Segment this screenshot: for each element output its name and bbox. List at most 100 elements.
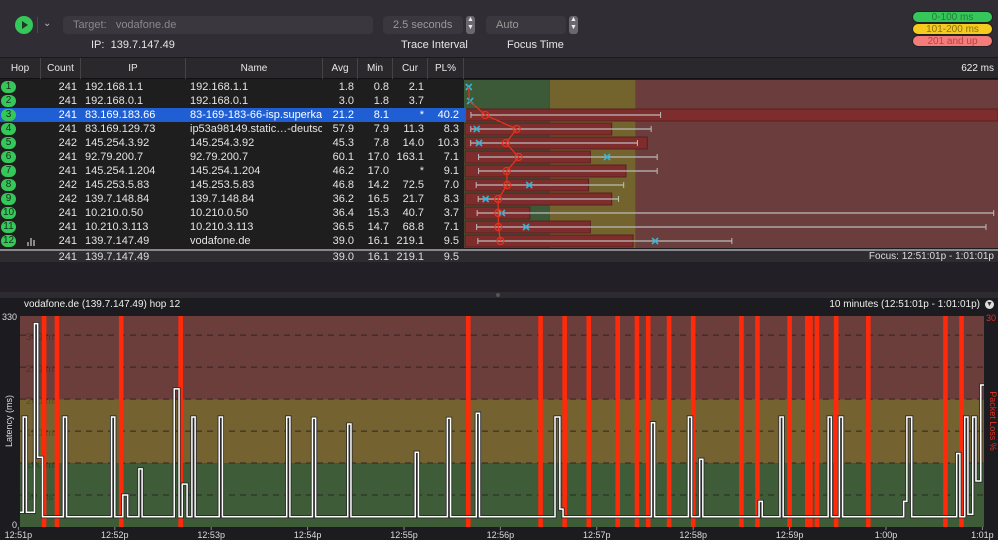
table-row[interactable]: 5 242 145.254.3.92 145.254.3.92 45.3 7.8 14.0 1…: [0, 136, 464, 150]
x-tick-label: 12:55p: [390, 530, 418, 540]
name-cell: 10.210.3.113: [190, 221, 254, 233]
count-cell: 241: [58, 81, 77, 93]
column-header-plpct[interactable]: PL%: [428, 58, 464, 79]
packet-loss-line: [615, 316, 620, 527]
cur-cell: *: [419, 165, 424, 177]
table-row[interactable]: 8 242 145.253.5.83 145.253.5.83 46.8 14.2 72.5…: [0, 178, 464, 192]
y2-axis-label: Packet Loss %: [988, 391, 998, 451]
name-cell: vodafone.de: [190, 235, 251, 247]
name-cell: 92.79.200.7: [190, 151, 249, 163]
hop-number-badge: 4: [1, 123, 16, 135]
avg-cell: 1.8: [338, 81, 354, 93]
ip-cell: 10.210.3.113: [85, 221, 149, 233]
pl-cell: 9.5: [443, 235, 459, 247]
column-header-cur[interactable]: Cur: [393, 58, 428, 79]
hop-number-badge: 2: [1, 95, 16, 107]
table-row[interactable]: 1 241 192.168.1.1 192.168.1.1 1.8 0.8 2.1: [0, 80, 464, 94]
column-header-hop[interactable]: Hop: [0, 58, 41, 79]
avg-cell: 60.1: [332, 151, 354, 163]
ip-cell: 139.7.147.49: [85, 235, 150, 247]
ip-value: 139.7.147.49: [110, 39, 175, 51]
hop-number-badge: 1: [1, 81, 16, 93]
x-tick-label: 12:54p: [294, 530, 322, 540]
min-cell: 17.0: [367, 151, 389, 163]
legend-item: 101-200 ms: [912, 23, 993, 35]
min-cell: 14.7: [367, 221, 389, 233]
ip-cell: 92.79.200.7: [85, 151, 144, 163]
focus-time-input[interactable]: Auto: [486, 16, 566, 34]
column-header-name[interactable]: Name: [186, 58, 323, 79]
play-button[interactable]: [15, 16, 33, 34]
cur-cell: 72.5: [402, 179, 424, 191]
table-row[interactable]: 10 241 10.210.0.50 10.210.0.50 36.4 15.3 40.7 3…: [0, 206, 464, 220]
table-row[interactable]: 11 241 10.210.3.113 10.210.3.113 36.5 14.7 68.…: [0, 220, 464, 234]
bar-chart-icon[interactable]: [27, 238, 36, 246]
count-cell: 241: [58, 151, 77, 163]
name-cell: 145.253.5.83: [190, 179, 255, 191]
divider: [37, 17, 38, 33]
cur-cell: 2.1: [408, 81, 424, 93]
band-red: [635, 80, 998, 248]
packet-loss-line: [666, 316, 672, 527]
toolbar: ⌄ Target: vodafone.de IP: 139.7.147.49 2…: [0, 0, 998, 58]
time-range-label[interactable]: 10 minutes (12:51:01p - 1:01:01p): [829, 298, 980, 311]
pl-cell: 10.3: [437, 137, 459, 149]
cur-cell: 68.8: [402, 221, 424, 233]
min-cell: 17.0: [367, 165, 389, 177]
target-value: vodafone.de: [115, 19, 177, 31]
trace-interval-stepper[interactable]: ▲ ▼: [466, 16, 475, 34]
table-row[interactable]: 12 241 139.7.147.49 vodafone.de 39.0 16.1 219.…: [0, 234, 464, 248]
name-cell: 192.168.0.1: [190, 95, 249, 107]
table-row[interactable]: 7 241 145.254.1.204 145.254.1.204 46.2 17.0 * 9…: [0, 164, 464, 178]
focus-time-stepper[interactable]: ▲ ▼: [569, 16, 578, 34]
count-cell: 242: [58, 193, 77, 205]
latency-time-chart: 50 ms100 ms150 ms200 ms250 ms300 ms33003…: [0, 311, 998, 540]
trace-interval-label: Trace Interval: [401, 39, 468, 51]
ip-cell: 192.168.0.1: [85, 95, 144, 107]
packet-loss-line: [866, 316, 871, 527]
packet-loss-line: [562, 316, 567, 527]
table-row[interactable]: 2 241 192.168.0.1 192.168.0.1 3.0 1.8 3.7: [0, 94, 464, 108]
column-header-avg[interactable]: Avg: [323, 58, 358, 79]
table-row[interactable]: 9 242 139.7.148.84 139.7.148.84 36.2 16.5 21.7…: [0, 192, 464, 206]
count-cell: 241: [58, 165, 77, 177]
table-row[interactable]: 4 241 83.169.129.73 ip53a98149.static…-deut…: [0, 122, 464, 136]
min-cell: 8.1: [373, 109, 389, 121]
ip-label: IP: 139.7.147.49: [91, 39, 175, 51]
y2-tick-label: 30: [986, 313, 996, 323]
trace-interval-input[interactable]: 2.5 seconds: [383, 16, 463, 34]
table-header: Hop Count IP Name Avg Min Cur PL% 622 ms: [0, 58, 998, 79]
min-cell: 7.9: [373, 123, 389, 135]
hop-number-badge: 9: [1, 193, 16, 205]
y-tick-label: 330: [2, 312, 17, 322]
x-tick-label: 1:01p: [971, 530, 994, 540]
min-cell: 0.8: [373, 81, 389, 93]
packet-loss-line: [814, 316, 820, 527]
legend-item: 0-100 ms: [912, 11, 993, 23]
table-row[interactable]: 6 241 92.79.200.7 92.79.200.7 60.1 17.0 163.1 7…: [0, 150, 464, 164]
table-row[interactable]: 3 241 83.169.183.66 83-169-183-66-isp.super…: [0, 108, 464, 122]
cur-cell: 21.7: [402, 193, 424, 205]
pl-cell: 7.1: [443, 151, 459, 163]
x-tick-label: 1:00p: [875, 530, 898, 540]
target-input[interactable]: Target: vodafone.de: [63, 16, 373, 34]
hop-number-badge: 5: [1, 137, 16, 149]
band-label: 50 ms: [26, 492, 53, 503]
chevron-down-icon[interactable]: ⌄: [43, 18, 51, 29]
ip-cell: 145.254.3.92: [85, 137, 150, 149]
min-cell: 16.1: [367, 235, 389, 247]
pl-cell: 9.1: [443, 165, 459, 177]
x-tick-label: 12:59p: [776, 530, 804, 540]
count-cell: 242: [58, 137, 77, 149]
hop-number-badge: 7: [1, 165, 16, 177]
count-cell: 242: [58, 179, 77, 191]
column-header-ip[interactable]: IP: [81, 58, 186, 79]
chevron-down-icon[interactable]: ▼: [985, 300, 994, 309]
min-cell: 1.8: [373, 95, 389, 107]
column-header-min[interactable]: Min: [358, 58, 393, 79]
packet-loss-line: [787, 316, 792, 527]
avg-cell: 46.2: [332, 165, 354, 177]
avg-cell: 39.0: [332, 235, 354, 247]
packet-loss-line: [808, 316, 813, 527]
column-header-count[interactable]: Count: [41, 58, 81, 79]
